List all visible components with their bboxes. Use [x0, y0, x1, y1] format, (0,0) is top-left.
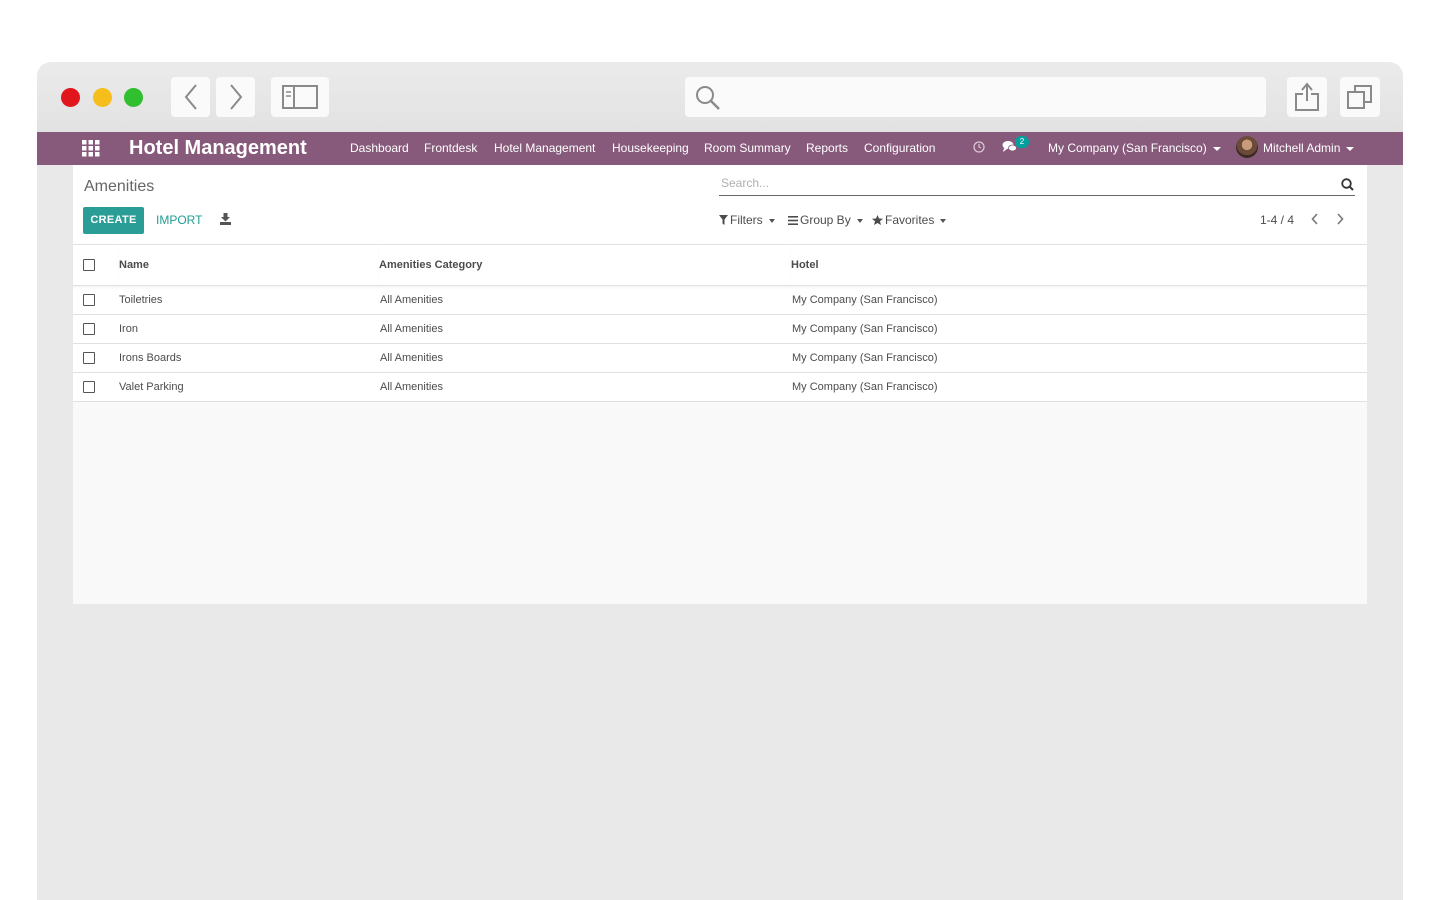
company-name: My Company (San Francisco) — [1048, 141, 1207, 155]
caret-down-icon — [1346, 146, 1355, 151]
row-select-cell — [73, 372, 119, 402]
user-name: Mitchell Admin — [1263, 141, 1341, 155]
app-navbar: Hotel Management Dashboard Frontdesk Hot… — [37, 132, 1403, 165]
group-by-dropdown[interactable]: Group By — [788, 212, 863, 228]
company-switcher[interactable]: My Company (San Francisco) — [1048, 140, 1221, 156]
cell-category[interactable]: All Amenities — [379, 372, 791, 402]
row-select-cell — [73, 343, 119, 373]
caret-down-icon — [940, 218, 947, 223]
caret-down-icon — [856, 218, 863, 223]
row-select-cell — [73, 314, 119, 344]
column-header-hotel[interactable]: Hotel — [791, 245, 1367, 286]
table-row[interactable]: Valet Parking All Amenities My Company (… — [73, 372, 1367, 402]
close-window-button[interactable] — [61, 88, 80, 107]
cell-hotel[interactable]: My Company (San Francisco) — [791, 285, 1367, 315]
cell-category[interactable]: All Amenities — [379, 343, 791, 373]
filter-icon — [719, 215, 728, 225]
favorites-label: Favorites — [885, 213, 935, 227]
caret-down-icon — [768, 218, 775, 223]
row-checkbox[interactable] — [83, 294, 95, 307]
browser-titlebar — [37, 62, 1403, 132]
favorites-dropdown[interactable]: Favorites — [872, 212, 947, 228]
table-header-row: Name Amenities Category Hotel — [73, 245, 1367, 286]
breadcrumb: Amenities — [84, 178, 155, 195]
back-button[interactable] — [171, 77, 210, 117]
amenities-table: Name Amenities Category Hotel Toiletries… — [73, 245, 1367, 402]
tabs-overview-button[interactable] — [1340, 77, 1380, 117]
cell-hotel[interactable]: My Company (San Francisco) — [791, 314, 1367, 344]
create-button[interactable]: CREATE — [83, 207, 144, 234]
menu-reports[interactable]: Reports — [806, 140, 848, 156]
search-icon — [696, 86, 720, 110]
maximize-window-button[interactable] — [124, 88, 143, 107]
select-all-checkbox[interactable] — [83, 259, 95, 272]
apps-grid-icon[interactable] — [82, 139, 100, 157]
menu-room-summary[interactable]: Room Summary — [704, 140, 791, 156]
filters-label: Filters — [730, 213, 763, 227]
user-menu[interactable]: Mitchell Admin — [1263, 140, 1355, 156]
row-checkbox[interactable] — [83, 381, 95, 394]
forward-button[interactable] — [216, 77, 255, 117]
cell-name[interactable]: Iron — [119, 314, 379, 344]
column-header-name[interactable]: Name — [119, 245, 379, 286]
row-checkbox[interactable] — [83, 323, 95, 336]
row-checkbox[interactable] — [83, 352, 95, 365]
select-all-cell — [73, 245, 119, 286]
list-icon — [788, 216, 798, 225]
menu-frontdesk[interactable]: Frontdesk — [424, 140, 477, 156]
sidebar-toggle-button[interactable] — [271, 77, 329, 117]
share-button[interactable] — [1287, 77, 1327, 117]
address-bar[interactable] — [685, 77, 1266, 117]
table-row[interactable]: Irons Boards All Amenities My Company (S… — [73, 343, 1367, 373]
app-brand[interactable]: Hotel Management — [129, 135, 307, 161]
filters-dropdown[interactable]: Filters — [719, 212, 775, 228]
cell-hotel[interactable]: My Company (San Francisco) — [791, 343, 1367, 373]
menu-configuration[interactable]: Configuration — [864, 140, 935, 156]
copy-icon — [1347, 85, 1372, 109]
cell-hotel[interactable]: My Company (San Francisco) — [791, 372, 1367, 402]
minimize-window-button[interactable] — [93, 88, 112, 107]
chevron-right-icon — [229, 84, 242, 110]
cell-name[interactable]: Toiletries — [119, 285, 379, 315]
cell-name[interactable]: Valet Parking — [119, 372, 379, 402]
menu-housekeeping[interactable]: Housekeeping — [612, 140, 689, 156]
menu-dashboard[interactable]: Dashboard — [350, 140, 409, 156]
browser-window: Hotel Management Dashboard Frontdesk Hot… — [37, 62, 1403, 900]
download-icon[interactable] — [220, 213, 231, 225]
table-row[interactable]: Iron All Amenities My Company (San Franc… — [73, 314, 1367, 344]
activity-clock-icon[interactable] — [973, 141, 985, 153]
pager-value[interactable]: 1-4 / 4 — [1260, 212, 1294, 228]
share-icon — [1295, 82, 1319, 111]
group-by-label: Group By — [800, 213, 851, 227]
column-header-category[interactable]: Amenities Category — [379, 245, 791, 286]
chevron-left-icon — [184, 84, 197, 110]
import-button[interactable]: IMPORT — [156, 207, 202, 234]
search-input[interactable] — [719, 173, 1323, 193]
menu-hotel-management[interactable]: Hotel Management — [494, 140, 595, 156]
user-avatar[interactable] — [1236, 136, 1258, 158]
cell-name[interactable]: Irons Boards — [119, 343, 379, 373]
sidebar-icon — [282, 85, 318, 109]
cell-category[interactable]: All Amenities — [379, 314, 791, 344]
pager-previous-icon[interactable] — [1311, 213, 1319, 225]
star-icon — [872, 215, 883, 225]
pager-next-icon[interactable] — [1336, 213, 1344, 225]
control-panel: Amenities CREATE IMPORT Filters Group By… — [73, 165, 1367, 245]
main-content: Amenities CREATE IMPORT Filters Group By… — [73, 165, 1367, 604]
search-box — [719, 173, 1355, 196]
search-icon[interactable] — [1341, 178, 1354, 191]
cell-category[interactable]: All Amenities — [379, 285, 791, 315]
table-row[interactable]: Toiletries All Amenities My Company (San… — [73, 285, 1367, 315]
row-select-cell — [73, 285, 119, 315]
caret-down-icon — [1212, 146, 1221, 151]
messages-count-badge: 2 — [1015, 136, 1029, 148]
